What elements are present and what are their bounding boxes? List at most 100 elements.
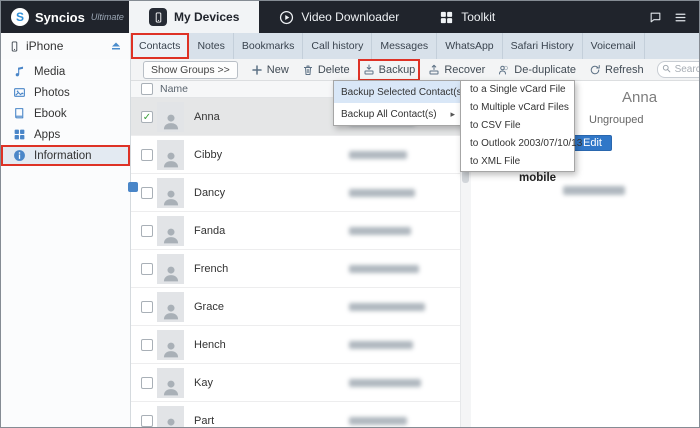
recover-icon: [428, 64, 440, 76]
nav-tab-toolkit[interactable]: Toolkit: [419, 1, 515, 33]
recover-button[interactable]: Recover: [428, 64, 485, 76]
contact-row[interactable]: Dancy: [131, 174, 460, 212]
select-all-checkbox[interactable]: [141, 83, 153, 95]
contact-avatar: [157, 139, 184, 170]
contact-name: Anna: [194, 110, 220, 123]
row-checkbox[interactable]: [141, 224, 153, 237]
refresh-button[interactable]: Refresh: [589, 64, 644, 76]
menu-item-backup-all[interactable]: Backup All Contact(s) ▸: [334, 103, 462, 125]
phone-icon: [9, 39, 20, 54]
blurred-phone: [349, 303, 425, 311]
contact-row[interactable]: Fanda: [131, 212, 460, 250]
submenu-item-csv[interactable]: to CSV File: [461, 117, 574, 135]
person-icon: [161, 148, 181, 170]
delete-button[interactable]: Delete: [302, 64, 350, 76]
contact-avatar: [157, 253, 184, 284]
contact-name: Dancy: [194, 186, 226, 199]
contact-row[interactable]: Hench: [131, 326, 460, 364]
show-groups-button[interactable]: Show Groups >>: [143, 60, 238, 79]
backup-icon: [363, 64, 375, 76]
sidebar-item-information[interactable]: Information: [1, 145, 130, 166]
nav-tab-video-downloader[interactable]: Video Downloader: [259, 1, 419, 33]
contact-list: Name ✓ Anna Cibby Dancy Fanda French Gra…: [131, 81, 460, 428]
search-icon: [662, 64, 671, 73]
submenu-item-outlook[interactable]: to Outlook 2003/07/10/13: [461, 135, 582, 153]
submenu-item-single-vcard[interactable]: to a Single vCard File: [461, 81, 574, 99]
tab-notes[interactable]: Notes: [189, 33, 234, 59]
brand-edition: Ultimate: [90, 12, 124, 22]
refresh-icon: [589, 64, 601, 76]
row-checkbox[interactable]: [141, 262, 153, 275]
row-checkbox[interactable]: [141, 414, 153, 427]
photo-icon: [13, 86, 26, 99]
contact-row[interactable]: Grace: [131, 288, 460, 326]
play-circle-icon: [279, 10, 294, 25]
row-checkbox[interactable]: ✓: [141, 110, 153, 123]
contact-row[interactable]: Kay: [131, 364, 460, 402]
blurred-phone: [349, 265, 419, 273]
sidebar-item-apps[interactable]: Apps: [1, 124, 130, 145]
brand-name: Syncios: [35, 9, 85, 25]
person-icon: [161, 414, 181, 428]
tab-call-history[interactable]: Call history: [303, 33, 373, 59]
tab-whatsapp[interactable]: WhatsApp: [437, 33, 503, 59]
person-icon: [161, 110, 181, 132]
tab-messages[interactable]: Messages: [372, 33, 438, 59]
contact-row[interactable]: Part: [131, 402, 460, 428]
content-tabs: Contacts Notes Bookmarks Call history Me…: [131, 33, 699, 59]
plus-icon: [251, 64, 263, 76]
sidebar-item-label: Ebook: [34, 107, 67, 120]
panel-handle-icon[interactable]: [128, 182, 138, 192]
menu-icon[interactable]: [674, 11, 687, 24]
sidebar-item-label: Media: [34, 65, 66, 78]
submenu-item-multiple-vcard[interactable]: to Multiple vCard Files: [461, 99, 574, 117]
blurred-phone: [349, 417, 407, 425]
person-icon: [161, 338, 181, 360]
title-bar: S Syncios Ultimate My Devices Video Down…: [1, 1, 699, 33]
sidebar-item-media[interactable]: Media: [1, 61, 130, 82]
tab-voicemail[interactable]: Voicemail: [582, 33, 645, 59]
submenu-arrow-icon: ▸: [450, 108, 455, 119]
nav-tab-label: My Devices: [174, 10, 240, 24]
eject-icon[interactable]: [110, 40, 122, 52]
name-column-header: Name: [160, 83, 189, 95]
row-checkbox[interactable]: [141, 376, 153, 389]
person-icon: [161, 262, 181, 284]
sidebar-item-label: Apps: [34, 128, 61, 141]
device-selector[interactable]: iPhone: [1, 33, 131, 59]
person-icon: [161, 224, 181, 246]
tab-contacts[interactable]: Contacts: [131, 33, 190, 59]
contact-avatar: [157, 215, 184, 246]
blurred-phone: [349, 341, 413, 349]
contact-row[interactable]: Cibby: [131, 136, 460, 174]
contact-name: Fanda: [194, 224, 226, 237]
row-checkbox[interactable]: [141, 186, 153, 199]
sidebar: Media Photos Ebook Apps Information: [1, 59, 131, 427]
contact-avatar: [157, 329, 184, 360]
sidebar-item-photos[interactable]: Photos: [1, 82, 130, 103]
book-icon: [13, 107, 26, 120]
tab-bookmarks[interactable]: Bookmarks: [233, 33, 304, 59]
menu-item-backup-selected[interactable]: Backup Selected Contact(s) ▸: [334, 81, 473, 103]
nav-tab-label: Video Downloader: [301, 10, 400, 24]
row-checkbox[interactable]: [141, 338, 153, 351]
tab-safari-history[interactable]: Safari History: [502, 33, 583, 59]
syncios-logo-icon: S: [11, 8, 29, 26]
contact-row[interactable]: French: [131, 250, 460, 288]
contact-avatar: [157, 101, 184, 132]
device-name: iPhone: [26, 39, 64, 53]
contact-name: French: [194, 262, 229, 275]
submenu-item-xml[interactable]: to XML File: [461, 153, 574, 171]
deduplicate-button[interactable]: De-duplicate: [498, 64, 576, 76]
blurred-phone: [349, 379, 421, 387]
nav-tab-my-devices[interactable]: My Devices: [129, 1, 260, 33]
row-checkbox[interactable]: [141, 148, 153, 161]
feedback-icon[interactable]: [649, 11, 662, 24]
row-checkbox[interactable]: [141, 300, 153, 313]
backup-menu: Backup Selected Contact(s) ▸ Backup All …: [333, 80, 473, 126]
blurred-phone: [349, 227, 411, 235]
contact-avatar: [157, 291, 184, 322]
new-button[interactable]: New: [251, 64, 289, 76]
sidebar-item-ebook[interactable]: Ebook: [1, 103, 130, 124]
backup-button[interactable]: Backup: [357, 58, 421, 81]
